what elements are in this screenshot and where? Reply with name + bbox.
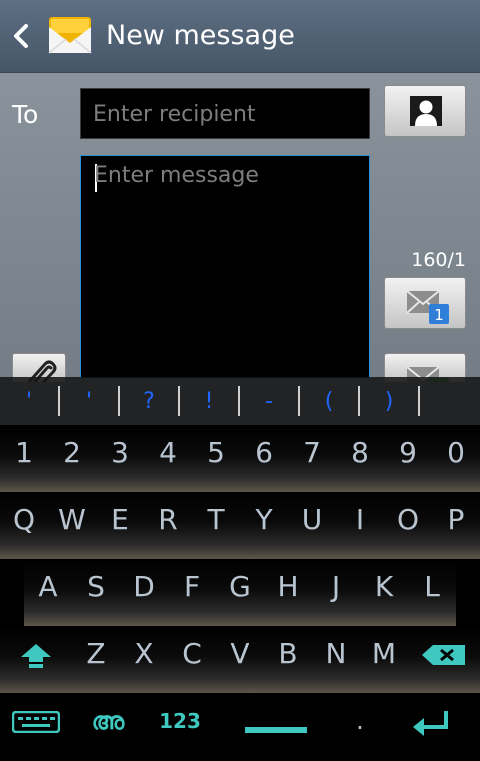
send-envelope-icon: 1 <box>406 290 449 324</box>
key-8[interactable]: 8 <box>336 425 384 492</box>
message-input[interactable]: Enter message <box>80 155 370 379</box>
key-2[interactable]: 2 <box>48 425 96 492</box>
keyboard-qwerty-row: Q W E R T Y U I O P <box>0 492 480 559</box>
suggestion-item[interactable]: - <box>240 389 298 414</box>
keyboard-zxcv-row: Z X C V B N M <box>0 626 480 693</box>
key-t[interactable]: T <box>192 492 240 559</box>
enter-arrow-icon <box>413 711 448 736</box>
key-7[interactable]: 7 <box>288 425 336 492</box>
header-bar: New message <box>0 0 480 73</box>
key-s[interactable]: S <box>72 559 120 626</box>
send-button-sim1[interactable]: 1 <box>384 277 466 329</box>
key-f[interactable]: F <box>168 559 216 626</box>
suggestion-item[interactable]: ) <box>360 389 418 414</box>
keyboard-number-row: 1 2 3 4 5 6 7 8 9 0 <box>0 425 480 492</box>
compose-area: To Enter recipient Enter message 160/1 1 <box>0 73 480 383</box>
keyboard-icon <box>11 710 61 734</box>
shift-arrow-icon <box>21 644 51 668</box>
key-l[interactable]: L <box>408 559 456 626</box>
key-v[interactable]: V <box>216 626 264 693</box>
key-q[interactable]: Q <box>0 492 48 559</box>
key-j[interactable]: J <box>312 559 360 626</box>
add-contact-button[interactable] <box>384 85 466 137</box>
suggestion-item[interactable]: ( <box>300 389 358 414</box>
key-5[interactable]: 5 <box>192 425 240 492</box>
key-g[interactable]: G <box>216 559 264 626</box>
backspace-key[interactable] <box>408 626 480 693</box>
sim1-badge: 1 <box>434 306 444 324</box>
key-4[interactable]: 4 <box>144 425 192 492</box>
symbols-key[interactable]: 123 <box>144 693 216 760</box>
suggestion-item[interactable]: ? <box>120 389 178 414</box>
key-c[interactable]: C <box>168 626 216 693</box>
key-6[interactable]: 6 <box>240 425 288 492</box>
recipient-input[interactable]: Enter recipient <box>80 88 370 139</box>
shift-key[interactable] <box>0 626 72 693</box>
contact-person-icon <box>410 96 442 126</box>
period-key[interactable]: . <box>336 693 384 760</box>
key-d[interactable]: D <box>120 559 168 626</box>
key-z[interactable]: Z <box>72 626 120 693</box>
key-0[interactable]: 0 <box>432 425 480 492</box>
backspace-icon <box>422 645 465 665</box>
suggestion-item[interactable]: ' <box>0 389 58 414</box>
key-k[interactable]: K <box>360 559 408 626</box>
page-title: New message <box>106 20 295 51</box>
soft-keyboard: 1 2 3 4 5 6 7 8 9 0 Q W E R T Y U I O P … <box>0 425 480 761</box>
suggestion-item[interactable]: ! <box>180 389 238 414</box>
messages-envelope-icon <box>48 17 92 54</box>
keyboard-bottom-row: അ 123 . <box>0 693 480 761</box>
suggestion-item[interactable]: ' <box>60 389 118 414</box>
key-r[interactable]: R <box>144 492 192 559</box>
language-key[interactable]: അ <box>72 693 144 760</box>
key-n[interactable]: N <box>312 626 360 693</box>
key-h[interactable]: H <box>264 559 312 626</box>
enter-key[interactable] <box>384 693 480 760</box>
key-x[interactable]: X <box>120 626 168 693</box>
key-u[interactable]: U <box>288 492 336 559</box>
space-bar-icon <box>245 727 307 733</box>
key-i[interactable]: I <box>336 492 384 559</box>
back-chevron-icon[interactable] <box>10 20 32 52</box>
key-p[interactable]: P <box>432 492 480 559</box>
keyboard-asdf-row: A S D F G H J K L <box>0 559 480 626</box>
key-9[interactable]: 9 <box>384 425 432 492</box>
suggestion-bar: ' ' ? ! - ( ) <box>0 377 480 425</box>
key-m[interactable]: M <box>360 626 408 693</box>
key-y[interactable]: Y <box>240 492 288 559</box>
key-b[interactable]: B <box>264 626 312 693</box>
space-key[interactable] <box>216 693 336 760</box>
key-a[interactable]: A <box>24 559 72 626</box>
suggestion-divider <box>418 386 420 416</box>
key-w[interactable]: W <box>48 492 96 559</box>
key-3[interactable]: 3 <box>96 425 144 492</box>
character-counter: 160/1 <box>411 249 466 271</box>
message-placeholder: Enter message <box>94 163 259 188</box>
to-label: To <box>12 100 39 129</box>
key-1[interactable]: 1 <box>0 425 48 492</box>
key-e[interactable]: E <box>96 492 144 559</box>
key-o[interactable]: O <box>384 492 432 559</box>
keyboard-settings-key[interactable] <box>0 693 72 760</box>
